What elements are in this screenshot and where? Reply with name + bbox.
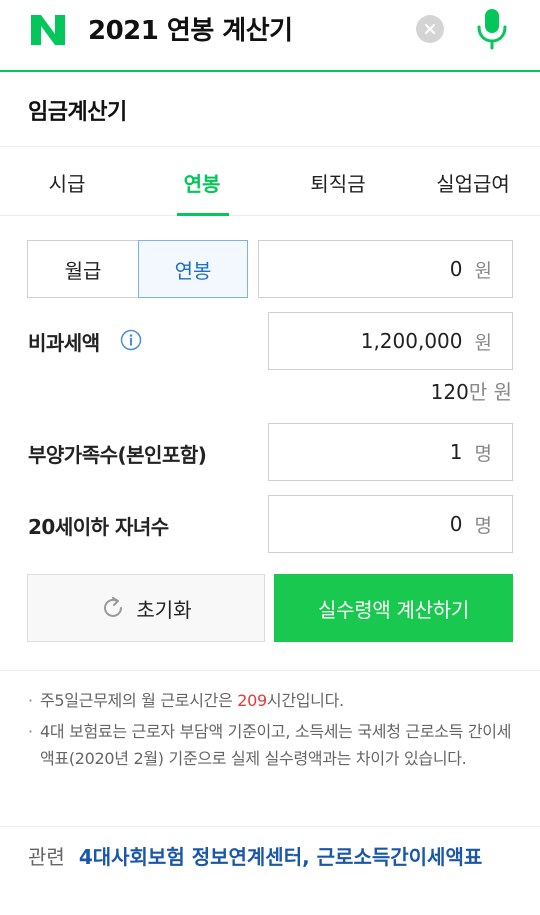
note-work-hours-text: 주5일근무제의 월 근로시간은: [40, 691, 238, 710]
tab-unemployment[interactable]: 실업급여: [406, 148, 540, 216]
dependents-value: 1: [449, 440, 463, 464]
salary-value: 0: [449, 257, 463, 281]
tab-hourly[interactable]: 시급: [0, 148, 134, 216]
close-icon: [425, 24, 435, 34]
related-label: 관련: [28, 845, 65, 869]
children-unit: 명: [474, 514, 492, 537]
salary-input[interactable]: 0 원: [258, 240, 513, 298]
calculator-header: 임금계산기: [0, 74, 540, 147]
tab-annual[interactable]: 연봉: [134, 148, 270, 216]
link-tax-table[interactable]: 근로소득간이세액표: [317, 845, 483, 869]
dependents-input[interactable]: 1 명: [268, 423, 513, 481]
nontaxable-converted: 120만 원: [431, 376, 512, 405]
info-icon[interactable]: [120, 329, 142, 351]
calculate-button[interactable]: 실수령액 계산하기: [274, 574, 513, 642]
note-work-hours-suffix: 시간입니다.: [266, 691, 344, 710]
active-tab-indicator: [177, 213, 229, 216]
voice-search-button[interactable]: [472, 6, 512, 50]
reset-button[interactable]: 초기화: [27, 574, 265, 642]
nontaxable-input[interactable]: 1,200,000 원: [268, 312, 513, 370]
related-separator: ,: [302, 845, 317, 869]
link-social-insurance[interactable]: 4대사회보험 정보연계센터: [79, 845, 302, 869]
nontaxable-converted-value: 120: [430, 380, 469, 404]
note-work-hours: 주5일근무제의 월 근로시간은 209시간입니다.: [28, 687, 512, 714]
microphone-icon: [477, 9, 507, 50]
monthly-toggle-button[interactable]: 월급: [28, 241, 138, 297]
calculator-tabs: 시급 연봉 퇴직금 실업급여: [0, 148, 540, 216]
nontaxable-label: 비과세액: [28, 331, 100, 355]
salary-mode-toggle: 월급 연봉: [27, 240, 248, 298]
nontaxable-converted-unit: 만 원: [468, 380, 512, 404]
dependents-unit: 명: [474, 442, 492, 465]
naver-logo-icon[interactable]: [28, 13, 68, 47]
note-insurance: 4대 보험료는 근로자 부담액 기준이고, 소득세는 국세청 근로소득 간이세액…: [28, 718, 512, 772]
search-bar: 2021 연봉 계산기: [0, 0, 540, 72]
related-links: 관련 4대사회보험 정보연계센터, 근로소득간이세액표: [28, 842, 518, 872]
salary-unit: 원: [474, 259, 492, 282]
search-query[interactable]: 2021 연봉 계산기: [88, 12, 293, 50]
clear-search-button[interactable]: [416, 15, 444, 43]
children-label: 20세이하 자녀수: [28, 515, 169, 539]
notes-section: 주5일근무제의 월 근로시간은 209시간입니다. 4대 보험료는 근로자 부담…: [0, 670, 540, 827]
dependents-label: 부양가족수(본인포함): [28, 443, 207, 467]
page-title: 임금계산기: [28, 100, 127, 125]
nontaxable-unit: 원: [474, 331, 492, 354]
children-value: 0: [449, 512, 463, 536]
work-hours-highlight: 209: [237, 691, 267, 710]
tab-severance[interactable]: 퇴직금: [270, 148, 406, 216]
annual-toggle-button[interactable]: 연봉: [138, 240, 248, 298]
reset-label: 초기화: [136, 597, 192, 622]
refresh-icon: [104, 597, 123, 617]
children-input[interactable]: 0 명: [268, 495, 513, 553]
nontaxable-value: 1,200,000: [360, 329, 463, 353]
